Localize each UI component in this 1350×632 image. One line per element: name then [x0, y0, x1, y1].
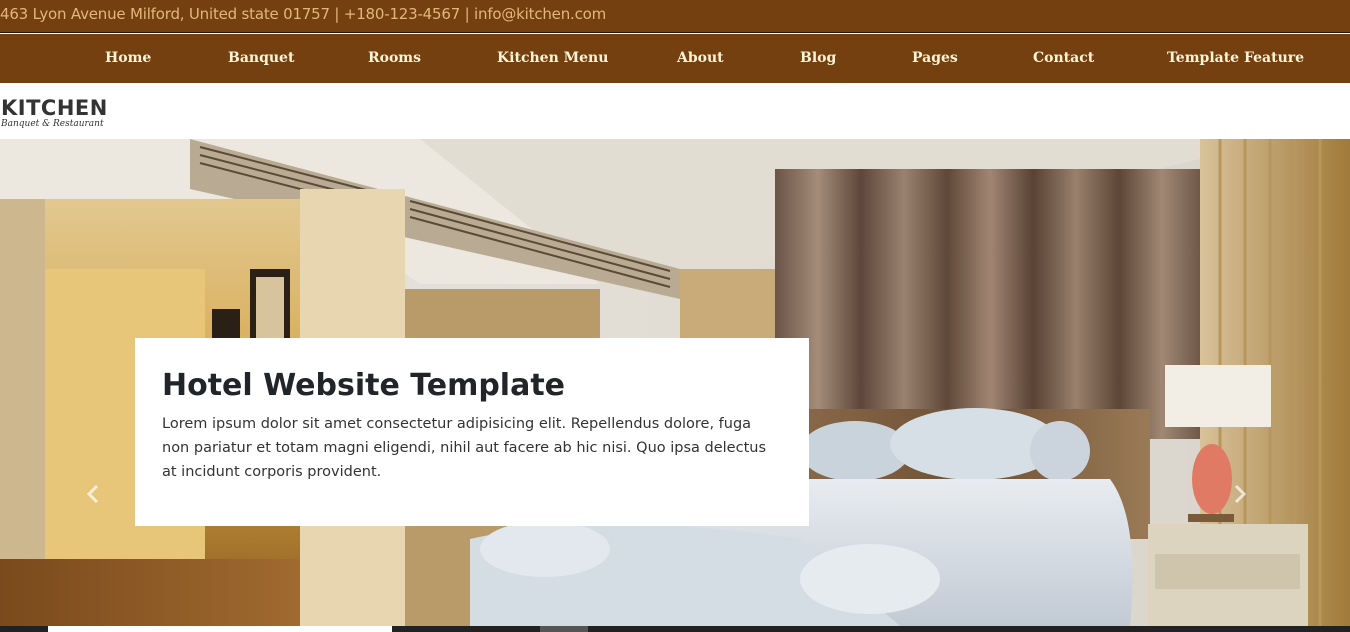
carousel-indicators: [0, 626, 1350, 632]
nav-about[interactable]: About: [677, 50, 724, 66]
nav-home[interactable]: Home: [105, 50, 151, 66]
carousel-next-button[interactable]: [1233, 474, 1263, 514]
nav-contact[interactable]: Contact: [1033, 50, 1094, 66]
nav-kitchen-menu[interactable]: Kitchen Menu: [497, 50, 608, 66]
logo-main-text: KITCHEN: [1, 96, 108, 120]
hero-title: Hotel Website Template: [162, 368, 566, 403]
nav-template-feature[interactable]: Template Feature: [1167, 50, 1304, 66]
hero-text: Lorem ipsum dolor sit amet consectetur a…: [162, 416, 766, 480]
chevron-right-icon: [1234, 484, 1247, 504]
nav-rooms[interactable]: Rooms: [368, 50, 421, 66]
logo-bar: KITCHEN Banquet & Restaurant: [0, 83, 1350, 139]
chevron-left-icon: [86, 484, 99, 504]
carousel-prev-button[interactable]: [86, 474, 116, 514]
main-nav: Home Banquet Rooms Kitchen Menu About Bl…: [0, 34, 1350, 83]
carousel-indicator-active[interactable]: [48, 626, 392, 632]
nav-blog[interactable]: Blog: [800, 50, 836, 66]
hero-carousel: Hotel Website Template Lorem ipsum dolor…: [0, 139, 1350, 626]
carousel-indicator[interactable]: [540, 626, 588, 632]
top-info-bar: 463 Lyon Avenue Milford, United state 01…: [0, 0, 1350, 33]
nav-pages[interactable]: Pages: [912, 50, 958, 66]
hero-caption: Hotel Website Template Lorem ipsum dolor…: [135, 338, 809, 526]
contact-info: 463 Lyon Avenue Milford, United state 01…: [0, 5, 607, 23]
nav-banquet[interactable]: Banquet: [228, 50, 294, 66]
logo-subtitle: Banquet & Restaurant: [1, 119, 104, 129]
